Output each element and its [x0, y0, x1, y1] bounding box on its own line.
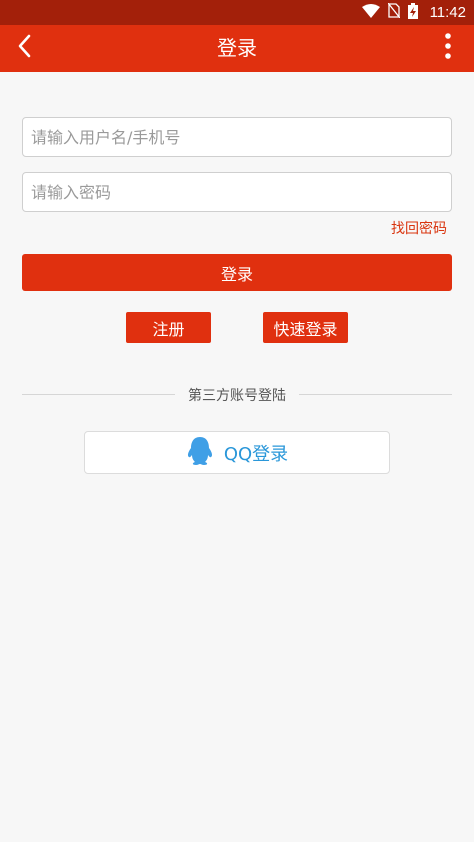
- wifi-icon: [361, 3, 380, 22]
- qq-login-label: QQ登录: [223, 443, 289, 465]
- qq-penguin-icon: [186, 436, 214, 470]
- qq-login-button[interactable]: QQ登录: [84, 431, 390, 474]
- password-input[interactable]: [22, 172, 452, 212]
- username-input[interactable]: [22, 117, 452, 157]
- clock: 11:42: [429, 4, 466, 21]
- no-sim-icon: [387, 2, 401, 22]
- more-vertical-icon: [445, 33, 451, 63]
- battery-charging-icon: [407, 2, 418, 23]
- back-button[interactable]: [6, 30, 42, 66]
- quick-login-button[interactable]: 快速登录: [263, 312, 348, 343]
- register-button[interactable]: 注册: [126, 312, 211, 343]
- page-title: 登录: [217, 36, 257, 60]
- more-options-button[interactable]: [430, 30, 466, 66]
- forgot-password-link[interactable]: 找回密码: [391, 218, 447, 238]
- third-party-login-label: 第三方账号登陆: [188, 388, 286, 404]
- app-bar: 登录: [0, 25, 474, 72]
- login-button[interactable]: 登录: [22, 254, 452, 291]
- status-bar: 11:42: [0, 0, 474, 25]
- status-icons: 11:42: [361, 0, 466, 25]
- back-arrow-icon: [17, 34, 31, 62]
